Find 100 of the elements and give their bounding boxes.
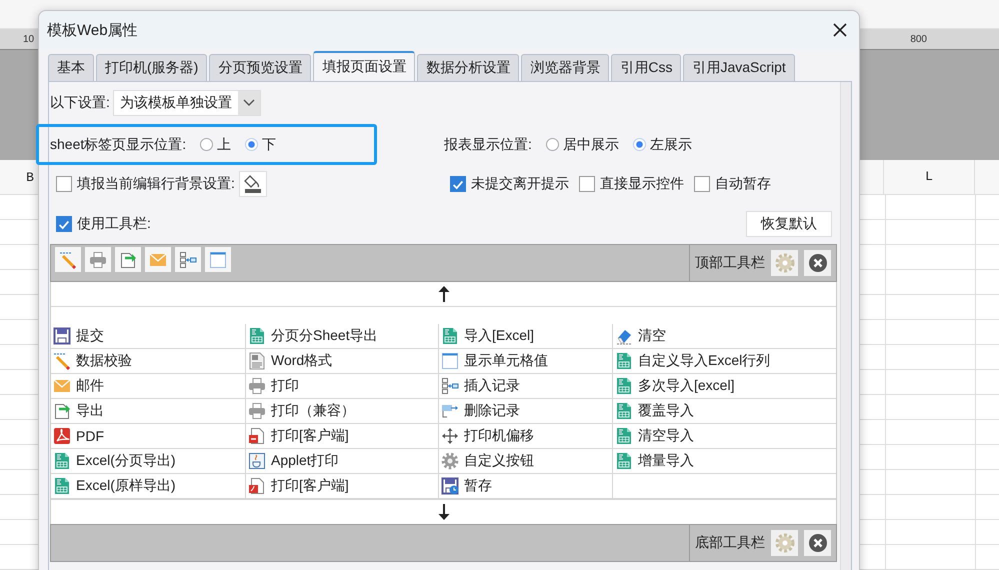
insert-row-icon	[179, 250, 197, 268]
radio-label: 上	[217, 136, 232, 154]
button-option[interactable]: 插入记录	[439, 374, 613, 399]
checkbox-label: 使用工具栏:	[77, 215, 151, 233]
button-option[interactable]: 暂存	[439, 474, 613, 499]
scope-dropdown[interactable]: 为该模板单独设置	[112, 90, 261, 116]
printer-icon	[248, 377, 266, 395]
paint-bucket-icon	[242, 174, 263, 194]
chevron-down-icon	[242, 99, 255, 107]
settings-icon	[774, 533, 794, 553]
button-option[interactable]: 显示单元格值	[439, 349, 613, 374]
button-option[interactable]: 打印机偏移	[439, 424, 613, 449]
button-option[interactable]: 打印[客户端]	[246, 474, 439, 499]
button-option[interactable]: 清空导入	[613, 424, 836, 449]
button-option[interactable]: Applet打印	[246, 449, 439, 474]
checkbox[interactable]	[450, 176, 466, 192]
radio-label: 居中展示	[562, 136, 619, 154]
toolbar-button[interactable]	[85, 247, 111, 272]
printer-icon	[248, 402, 266, 420]
spreadsheet-file-icon	[53, 452, 71, 470]
button-option[interactable]: 增量导入	[613, 449, 836, 474]
button-option[interactable]: 清空	[613, 324, 836, 349]
checkbox[interactable]	[56, 176, 72, 192]
checkbox-label: 未提交离开提示	[471, 175, 569, 193]
checkbox[interactable]	[56, 216, 72, 232]
checkbox[interactable]	[579, 176, 595, 192]
window-icon	[209, 250, 227, 268]
envelope-icon	[149, 250, 167, 268]
pencil-icon	[53, 352, 71, 370]
toolbar-button[interactable]	[55, 247, 81, 272]
tab[interactable]: 分页预览设置	[209, 54, 312, 81]
delete-row-icon	[441, 402, 459, 420]
button-option[interactable]: Excel(原样导出)	[51, 474, 246, 499]
pdf-document-icon	[248, 477, 266, 495]
export-icon	[53, 402, 71, 420]
close-icon	[808, 253, 828, 273]
button-option[interactable]: 导入[Excel]	[439, 324, 613, 349]
pencil-icon	[59, 250, 77, 268]
toolbar-button[interactable]	[115, 247, 141, 272]
button-option[interactable]: 打印（兼容）	[246, 399, 439, 424]
radio-button[interactable]	[200, 138, 214, 151]
radio-button[interactable]	[632, 138, 646, 151]
button-option[interactable]: 打印	[246, 374, 439, 399]
tab[interactable]: 填报页面设置	[313, 51, 416, 81]
radio-button[interactable]	[546, 138, 559, 151]
toolbar-button[interactable]	[205, 247, 231, 272]
close-icon	[832, 22, 848, 38]
toolbar-button[interactable]	[145, 247, 171, 272]
remove-button[interactable]	[804, 530, 831, 556]
button-option[interactable]: PDF	[51, 424, 246, 449]
ruler-mark: 800	[910, 34, 927, 44]
toolbar-button[interactable]	[175, 247, 201, 272]
checkbox[interactable]	[694, 176, 710, 192]
settings-button[interactable]	[771, 530, 798, 556]
tab[interactable]: 浏览器背景	[521, 54, 610, 81]
tab[interactable]: 基本	[48, 54, 94, 81]
tab[interactable]: 打印机(服务器)	[96, 54, 208, 81]
spreadsheet-file-icon	[615, 427, 633, 445]
document-icon	[248, 352, 266, 370]
checkbox-label: 直接显示控件	[600, 175, 684, 193]
spreadsheet-file-icon	[53, 477, 71, 495]
arrow-up-icon	[436, 285, 450, 303]
tab[interactable]: 引用Css	[611, 54, 682, 81]
column-header: L	[883, 160, 975, 194]
tab[interactable]: 引用JavaScript	[683, 54, 795, 81]
button-option[interactable]: 自定义导入Excel行列	[613, 349, 836, 374]
eraser-icon	[615, 327, 633, 345]
button-option[interactable]: 邮件	[51, 374, 246, 399]
gear-icon	[441, 452, 459, 470]
button-option[interactable]: 导出	[51, 399, 246, 424]
remove-button[interactable]	[804, 250, 831, 276]
scrollbar[interactable]	[840, 82, 851, 570]
button-option[interactable]: 提交	[51, 324, 246, 349]
button-option[interactable]: Excel(分页导出)	[51, 449, 246, 474]
spreadsheet-file-icon	[615, 352, 633, 370]
insert-row-icon	[441, 377, 459, 395]
button-option[interactable]: 分页分Sheet导出	[246, 324, 439, 349]
envelope-icon	[53, 377, 71, 395]
button-option[interactable]: 删除记录	[439, 399, 613, 424]
tab[interactable]: 数据分析设置	[417, 54, 520, 81]
button-option[interactable]: 打印[客户端]	[246, 424, 439, 449]
radio-label: 左展示	[650, 136, 692, 154]
field-label: 报表显示位置:	[444, 136, 532, 154]
export-icon	[119, 250, 137, 268]
document-icon	[248, 427, 266, 445]
button-option[interactable]: 自定义按钮	[439, 449, 613, 474]
settings-button[interactable]	[771, 250, 798, 276]
radio-button[interactable]	[245, 138, 258, 151]
window-title: 模板Web属性	[47, 20, 138, 40]
button-option[interactable]: 覆盖导入	[613, 399, 836, 424]
spreadsheet-file-icon	[615, 402, 633, 420]
fill-color-button[interactable]	[238, 171, 267, 197]
button-option[interactable]: Word格式	[246, 349, 439, 374]
button-option[interactable]: 多次导入[excel]	[613, 374, 836, 399]
field-label: 以下设置:	[50, 94, 110, 112]
restore-defaults-button[interactable]: 恢复默认	[746, 211, 832, 237]
checkbox-label: 自动暂存	[715, 175, 771, 193]
button-option[interactable]: 数据校验	[51, 349, 246, 374]
move-icon	[441, 427, 459, 445]
toolbar-label: 顶部工具栏	[695, 254, 765, 272]
